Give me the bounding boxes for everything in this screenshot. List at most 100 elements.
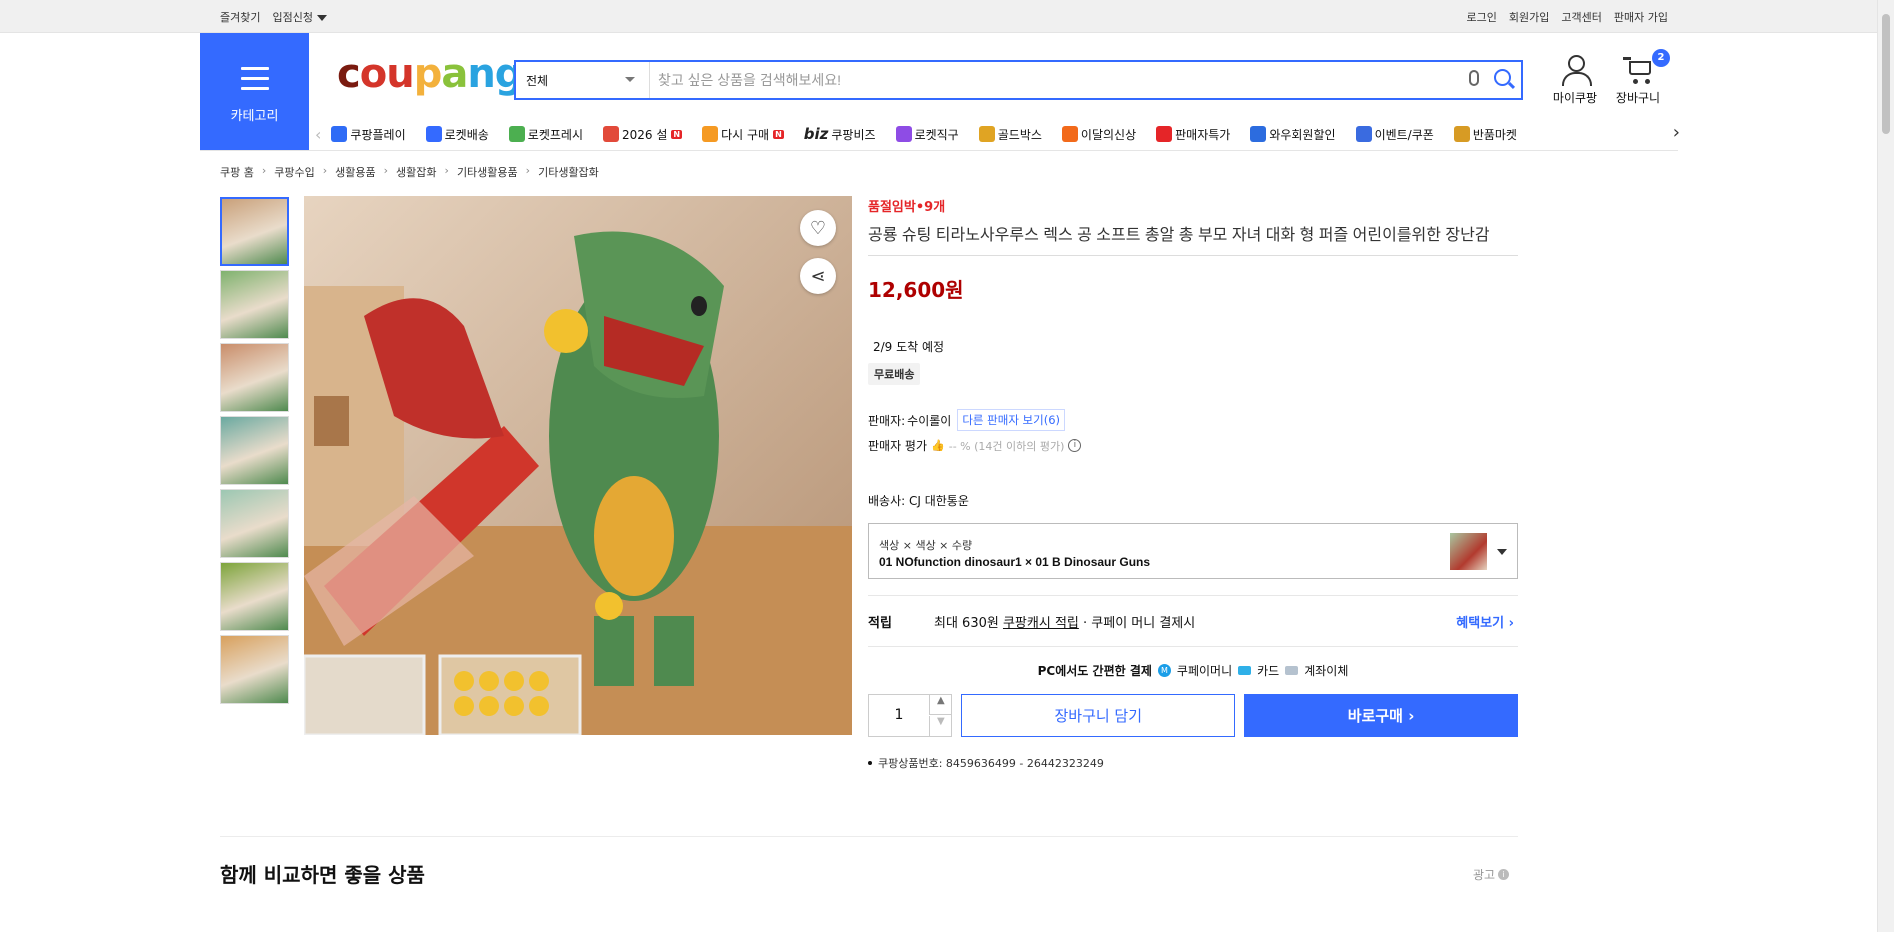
seller-signup-link[interactable]: 판매자 가입 xyxy=(1614,9,1668,25)
signup-link[interactable]: 회원가입 xyxy=(1509,9,1549,25)
buy-now-label: 바로구매 xyxy=(1347,707,1403,725)
breadcrumb: 쿠팡 홈 › 쿠팡수입 › 생활용품 › 생활잡화 › 기타생활용품 › 기타생활잡화 xyxy=(220,164,599,180)
product-thumbnail[interactable] xyxy=(220,416,289,485)
seller-rating-row: 판매자 평가 👍 -- % (14건 이하의 평가) i xyxy=(868,437,1518,454)
chevron-right-icon[interactable]: › xyxy=(1666,122,1680,143)
nav-item[interactable]: biz 쿠팡비즈 xyxy=(804,125,876,143)
search-bar: 전체 xyxy=(514,60,1523,100)
product-thumbnail[interactable] xyxy=(220,562,289,631)
coupang-logo[interactable]: coupang xyxy=(337,51,523,97)
ad-label[interactable]: 광고 i xyxy=(1473,866,1510,883)
breadcrumb-link[interactable]: 생활용품 xyxy=(335,164,375,180)
nav-item[interactable]: 반품마켓 xyxy=(1453,125,1517,143)
nav-item-label: 이벤트/쿠폰 xyxy=(1374,127,1434,142)
logo-part: p xyxy=(413,51,443,97)
coupang-cash-link[interactable]: 쿠팡캐시 적립 xyxy=(1003,612,1079,631)
other-sellers-button[interactable]: 다른 판매자 보기(6) xyxy=(957,409,1066,431)
nav-item[interactable]: 로켓프레시 xyxy=(508,125,583,143)
category-menu-button[interactable]: 카테고리 xyxy=(200,33,309,151)
search-input[interactable] xyxy=(658,67,1438,93)
nav-item[interactable]: 로켓직구 xyxy=(895,125,959,143)
breadcrumb-link[interactable]: 기타생활용품 xyxy=(457,164,518,180)
heart-icon[interactable]: ♡ xyxy=(800,210,836,246)
product-price: 12,600원 xyxy=(868,278,964,302)
vendor-signup-link[interactable]: 입점신청 xyxy=(272,9,327,25)
increment-icon[interactable]: ▲ xyxy=(929,695,952,715)
breadcrumb-link[interactable]: 쿠팡 홈 xyxy=(220,164,254,180)
ad-text: 광고 xyxy=(1473,868,1496,882)
quantity-stepper[interactable]: 1 ▲ ▼ xyxy=(868,694,953,737)
microphone-icon[interactable] xyxy=(1469,70,1479,86)
breadcrumb-link[interactable]: 생활잡화 xyxy=(396,164,436,180)
nav-item-label: 쿠팡플레이 xyxy=(350,127,406,142)
nav-item[interactable]: 이달의신상 xyxy=(1061,125,1136,143)
support-link[interactable]: 고객센터 xyxy=(1561,9,1601,25)
product-thumbnail[interactable] xyxy=(220,343,289,412)
nav-item-label: 2026 설 xyxy=(621,127,668,142)
share-icon[interactable]: ⋖ xyxy=(800,258,836,294)
nav-items: 쿠팡플레이 로켓배송 로켓프레시 2026 설 N 다시 구매 N biz 쿠팡비즈 로켓직구 골드… xyxy=(331,125,1537,143)
nav-item[interactable]: 판매자특가 xyxy=(1156,125,1230,143)
product-info: 품절임박•9개 공룡 슈팅 티라노사우루스 렉스 공 소프트 총알 총 부모 자… xyxy=(868,196,1518,771)
top-utility-bar: 즐겨찾기 입점신청 로그인 회원가입 고객센터 판매자 가입 xyxy=(0,0,1894,33)
add-to-cart-button[interactable]: 장바구니 담기 xyxy=(961,694,1236,737)
quantity-value[interactable]: 1 xyxy=(869,707,929,723)
cart-button[interactable]: 2 장바구니 xyxy=(1608,49,1670,106)
decrement-icon[interactable]: ▼ xyxy=(929,716,951,736)
option-selector[interactable]: 색상 × 색상 × 수량 01 NOfunction dinosaur1 × 0… xyxy=(868,523,1518,579)
mycoupang-label: 마이쿠팡 xyxy=(1552,91,1598,105)
coupay-money-icon: M xyxy=(1157,664,1171,677)
pay-option: 카드 xyxy=(1257,664,1280,678)
person-icon xyxy=(1561,55,1592,86)
nav-item-label: 판매자특가 xyxy=(1175,127,1231,142)
chevron-left-icon[interactable]: ‹ xyxy=(315,125,321,144)
benefits-link[interactable]: 혜택보기 › xyxy=(1456,612,1514,631)
breadcrumb-separator: › xyxy=(383,164,389,177)
search-icon[interactable] xyxy=(1494,69,1511,86)
nav-item[interactable]: 와우회원할인 xyxy=(1250,125,1336,143)
option-thumbnail xyxy=(1450,533,1487,570)
coupon-icon xyxy=(1355,126,1372,142)
hamburger-icon xyxy=(241,67,269,97)
breadcrumb-link[interactable]: 쿠팡수입 xyxy=(274,164,314,180)
breadcrumb-separator: › xyxy=(525,164,531,177)
breadcrumb-link[interactable]: 기타생활잡화 xyxy=(538,164,599,180)
search-scope-select[interactable]: 전체 xyxy=(516,62,650,98)
option-value: 01 NOfunction dinosaur1 × 01 B Dinosaur … xyxy=(879,555,1151,569)
mycoupang-button[interactable]: 마이쿠팡 xyxy=(1545,55,1605,106)
product-thumbnail[interactable] xyxy=(220,270,289,339)
nav-item[interactable]: 2026 설N xyxy=(602,125,683,143)
login-link[interactable]: 로그인 xyxy=(1467,9,1497,25)
repurchase-icon xyxy=(702,126,719,142)
wow-icon xyxy=(1250,126,1267,142)
product-thumbnail[interactable] xyxy=(220,635,289,704)
nav-item[interactable]: 다시 구매 N xyxy=(702,125,784,143)
card-icon xyxy=(1238,666,1252,675)
product-thumbnail[interactable] xyxy=(220,489,289,558)
cart-count-badge: 2 xyxy=(1652,49,1670,67)
nav-item[interactable]: 이벤트/쿠폰 xyxy=(1355,125,1434,143)
pay-option: 계좌이체 xyxy=(1304,664,1349,678)
global-icon xyxy=(895,126,912,142)
nav-item[interactable]: 로켓배송 xyxy=(425,125,489,143)
nav-item-label: 반품마켓 xyxy=(1472,127,1517,142)
product-thumbnail[interactable] xyxy=(220,197,289,266)
discount-icon xyxy=(1156,126,1173,142)
favorites-link[interactable]: 즐겨찾기 xyxy=(220,9,260,25)
biz-icon: biz xyxy=(803,125,829,143)
scrollbar-thumb[interactable] xyxy=(1882,14,1890,134)
product-main-image[interactable]: ♡ ⋖ xyxy=(304,196,852,735)
seller-rating-value: -- % (14건 이하의 평가) xyxy=(948,439,1065,453)
page-scrollbar[interactable] xyxy=(1877,0,1894,932)
nav-item[interactable]: 골드박스 xyxy=(978,125,1042,143)
buy-now-button[interactable]: 바로구매 › xyxy=(1244,694,1518,737)
nav-item[interactable]: 쿠팡플레이 xyxy=(331,125,406,143)
courier-info: 배송사: CJ 대한통운 xyxy=(868,494,969,508)
nav-item-label: 로켓직구 xyxy=(914,127,959,142)
divider xyxy=(220,836,1518,837)
info-icon[interactable]: i xyxy=(1068,439,1082,452)
thumbnail-list xyxy=(220,197,289,708)
seller-name[interactable]: 수이롤이 xyxy=(907,412,951,429)
top-right-links: 로그인 회원가입 고객센터 판매자 가입 xyxy=(1467,9,1668,25)
rocket-fresh-icon xyxy=(508,126,525,142)
